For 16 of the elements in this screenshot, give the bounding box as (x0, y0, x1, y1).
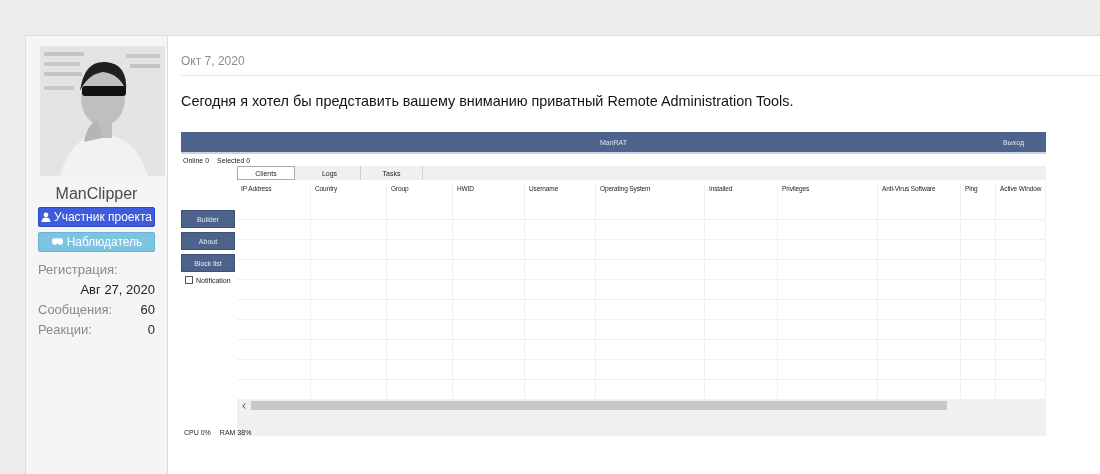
post-text: Сегодня я хотел бы представить вашему вниманию приватный Remote Administration Tools. (181, 93, 795, 109)
stat-value: 60 (140, 302, 155, 317)
username[interactable]: ManClipper (55, 185, 138, 203)
stat-value: Авг 27, 2020 (80, 282, 155, 297)
post-date[interactable]: Окт 7, 2020 (181, 54, 245, 68)
mask-icon (50, 238, 64, 246)
user-badge: Участник проекта (38, 207, 155, 227)
stat-label: Реакции: (38, 322, 92, 337)
user-icon (41, 212, 52, 222)
notification-checkbox[interactable] (185, 276, 193, 284)
scroll-left-icon[interactable] (242, 402, 246, 409)
stat-value: 0 (147, 322, 155, 337)
stat-label: Регистрация: (38, 262, 118, 277)
scrollbar-thumb[interactable] (251, 401, 947, 410)
stat-label: Сообщения: (38, 302, 113, 317)
user-badge: Наблюдатель (38, 232, 155, 252)
